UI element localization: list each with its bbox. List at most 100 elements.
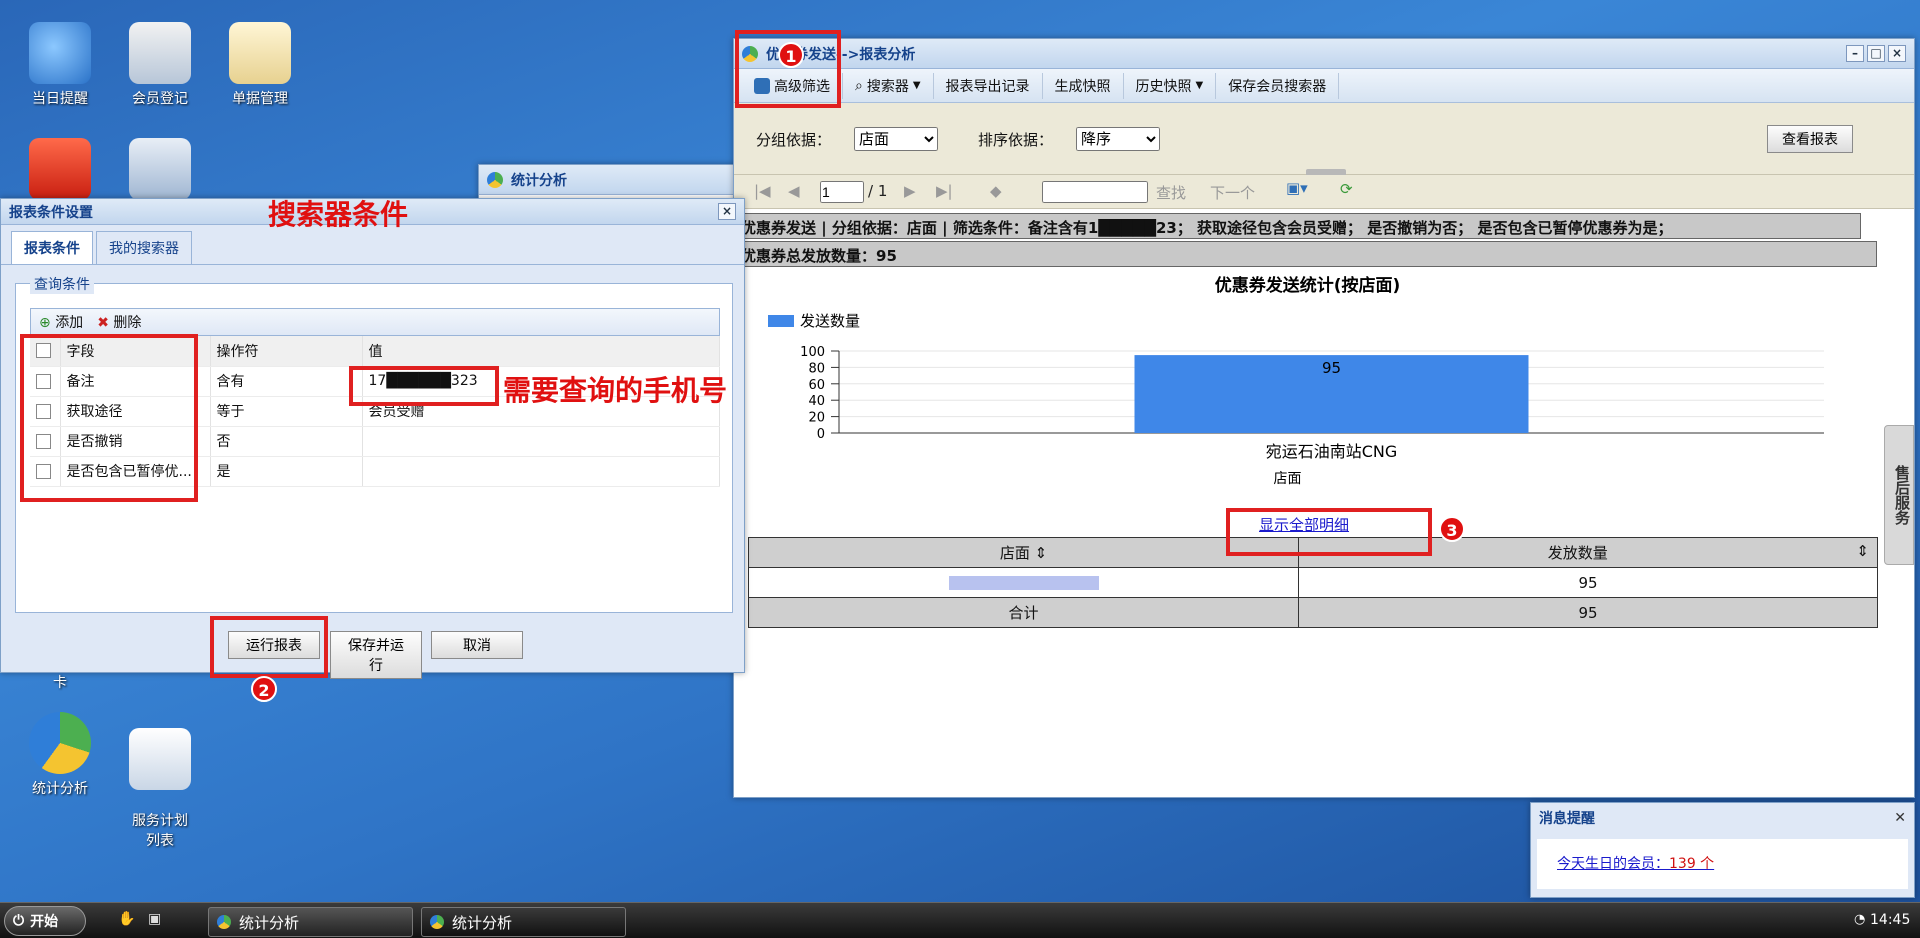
page-number-input[interactable]	[820, 181, 864, 203]
report-window-titlebar[interactable]: 优惠券发送-->报表分析 – □ ×	[734, 39, 1914, 69]
highlight-run-report	[210, 616, 328, 678]
add-button[interactable]: ⊕ 添加	[39, 312, 83, 332]
after-sales-service-tab[interactable]: 售后服务	[1884, 425, 1914, 565]
column-header-value: 值	[362, 336, 720, 367]
operator-cell[interactable]: 含有	[210, 366, 363, 397]
tab-report-conditions[interactable]: 报表条件	[11, 231, 93, 264]
group-label: 分组依据：	[756, 131, 832, 149]
clock: 14:45	[1870, 912, 1911, 928]
message-popup[interactable]: 消息提醒 ✕ 今天生日的会员：139 个	[1530, 802, 1915, 898]
highlight-show-all	[1226, 508, 1432, 556]
chart-title: 优惠券发送统计(按店面)	[1215, 275, 1401, 296]
report-pager: |◀ ◀ / 1 ▶ ▶| ◆ 查找 下一个 ▣▾ ⟳	[734, 175, 1914, 209]
group-select[interactable]: 店面	[854, 127, 938, 151]
desktop-icon-daily-reminder[interactable]: 当日提醒	[10, 22, 110, 108]
y-tick-label: 40	[808, 394, 825, 409]
desktop-icon-member-register[interactable]: 会员登记	[110, 22, 210, 108]
desktop-icon-bill-manage[interactable]: 单据管理	[210, 22, 310, 108]
delete-icon: ✖	[97, 315, 109, 331]
message-close-icon[interactable]: ✕	[1894, 810, 1906, 826]
desktop-icon-label: 统计分析	[32, 781, 88, 797]
operator-cell[interactable]: 否	[210, 426, 363, 457]
tab-my-searchers[interactable]: 我的搜索器	[96, 231, 192, 264]
save-export-icon[interactable]: ▣▾	[1286, 179, 1308, 197]
message-count: 139 个	[1669, 856, 1715, 872]
sort-select[interactable]: 降序	[1076, 127, 1160, 151]
find-link[interactable]: 查找	[1156, 182, 1186, 203]
close-button[interactable]: ×	[1888, 45, 1906, 62]
desktop-icon-service-plan[interactable]: 服务计划 列表	[110, 712, 210, 850]
toolbar-label: 报表导出记录	[945, 78, 1030, 95]
clock-icon: ◔	[1854, 912, 1866, 927]
prev-page-icon[interactable]: ◀	[788, 182, 800, 200]
message-body: 今天生日的会员：139 个	[1537, 839, 1908, 889]
first-page-icon[interactable]: |◀	[754, 182, 771, 200]
taskbar-item-stats-1[interactable]: 统计分析	[208, 907, 413, 937]
desktop-icon-label: 卡	[53, 675, 67, 691]
desktop-icon-member-card[interactable]	[110, 138, 210, 204]
delete-button[interactable]: ✖ 删除	[97, 312, 141, 332]
refresh-icon[interactable]: ⟳	[1340, 180, 1353, 198]
report-window[interactable]: 优惠券发送-->报表分析 – □ × 高级筛选 ⌕ 搜索器 ▼ 报表导出记录 生…	[733, 38, 1915, 798]
quicklaunch-icon[interactable]: ✋	[118, 911, 135, 927]
operator-cell[interactable]: 等于	[210, 396, 363, 427]
y-tick-label: 100	[800, 345, 825, 360]
header-label: 发放数量	[1547, 544, 1608, 562]
table-cell-store[interactable]	[748, 567, 1299, 598]
last-page-icon[interactable]: ▶|	[936, 182, 953, 200]
stats-icon	[430, 915, 444, 929]
cancel-button[interactable]: 取消	[431, 631, 523, 659]
condition-bar: 优惠券发送 | 分组依据：店面 | 筛选条件：备注含有1█████23； 获取途…	[734, 213, 1861, 239]
desktop-icon-label: 单据管理	[232, 91, 288, 107]
total-bar: 优惠券总发放数量：95	[734, 241, 1877, 267]
toolbar-label: 历史快照	[1135, 78, 1192, 95]
minimize-button[interactable]: –	[1846, 45, 1864, 62]
export-records-button[interactable]: 报表导出记录	[934, 72, 1043, 99]
toolbar-label: 保存会员搜索器	[1228, 78, 1327, 95]
data-label: 95	[1322, 359, 1341, 377]
history-snapshot-button[interactable]: 历史快照 ▼	[1124, 72, 1217, 99]
maximize-button[interactable]: □	[1867, 45, 1885, 62]
background-stats-window[interactable]: 统计分析	[478, 164, 738, 200]
store-blurred-name	[948, 576, 1099, 590]
save-member-searcher-button[interactable]: 保存会员搜索器	[1216, 72, 1340, 99]
desktop-icon-statistics[interactable]: 统计分析	[10, 712, 110, 798]
next-find-link[interactable]: 下一个	[1210, 182, 1255, 203]
dialog-button-bar: 运行报表 保存并运行 取消	[1, 627, 746, 679]
add-label: 添加	[55, 315, 84, 331]
report-toolbar: 高级筛选 ⌕ 搜索器 ▼ 报表导出记录 生成快照 历史快照 ▼ 保存会员搜索器	[734, 69, 1914, 103]
taskbar-item-stats-2[interactable]: 统计分析	[421, 907, 626, 937]
column-header-store[interactable]: 店面 ⇕	[748, 537, 1299, 568]
condition-text: 优惠券发送 | 分组依据：店面 | 筛选条件：备注含有1█████23； 获取途…	[741, 219, 1673, 237]
fieldset-legend: 查询条件	[30, 274, 94, 294]
coupon-bar-chart: 优惠券发送统计(按店面) 发送数量 020 4060 80100 95 宛运石油南站CNG 店…	[768, 275, 1824, 487]
birthday-members-link[interactable]: 今天生日的会员：139 个	[1557, 856, 1714, 872]
create-snapshot-button[interactable]: 生成快照	[1043, 72, 1124, 99]
speech-bubble-icon	[29, 22, 91, 84]
delete-label: 删除	[113, 315, 142, 331]
find-input[interactable]	[1042, 181, 1148, 203]
legend-label: 发送数量	[800, 312, 860, 330]
notepad-icon	[229, 22, 291, 84]
value-cell[interactable]	[362, 426, 720, 457]
step-badge-3: 3	[1439, 516, 1465, 542]
next-page-icon[interactable]: ▶	[904, 182, 916, 200]
desktop-icon-card[interactable]: 卡	[10, 672, 110, 696]
view-report-button[interactable]: 查看报表	[1767, 125, 1853, 153]
desktop-icon-label: 当日提醒	[32, 91, 88, 107]
desktop-icon-label: 会员登记	[132, 91, 188, 107]
desktop-icon-gift[interactable]	[10, 138, 110, 204]
legend-swatch	[768, 315, 794, 327]
start-button[interactable]: ⏻ 开始	[4, 906, 86, 936]
value-cell[interactable]	[362, 456, 720, 487]
y-tick-label: 60	[808, 378, 825, 393]
background-window-titlebar[interactable]: 统计分析	[479, 165, 737, 195]
searcher-menu-button[interactable]: ⌕ 搜索器 ▼	[843, 72, 934, 99]
show-desktop-icon[interactable]: ▣	[148, 911, 161, 927]
back-icon[interactable]: ◆	[990, 182, 1002, 200]
save-and-run-button[interactable]: 保存并运行	[330, 631, 422, 679]
dialog-close-button[interactable]: ×	[718, 203, 736, 220]
highlight-fields	[20, 334, 198, 502]
task-label: 统计分析	[452, 913, 513, 932]
operator-cell[interactable]: 是	[210, 456, 363, 487]
